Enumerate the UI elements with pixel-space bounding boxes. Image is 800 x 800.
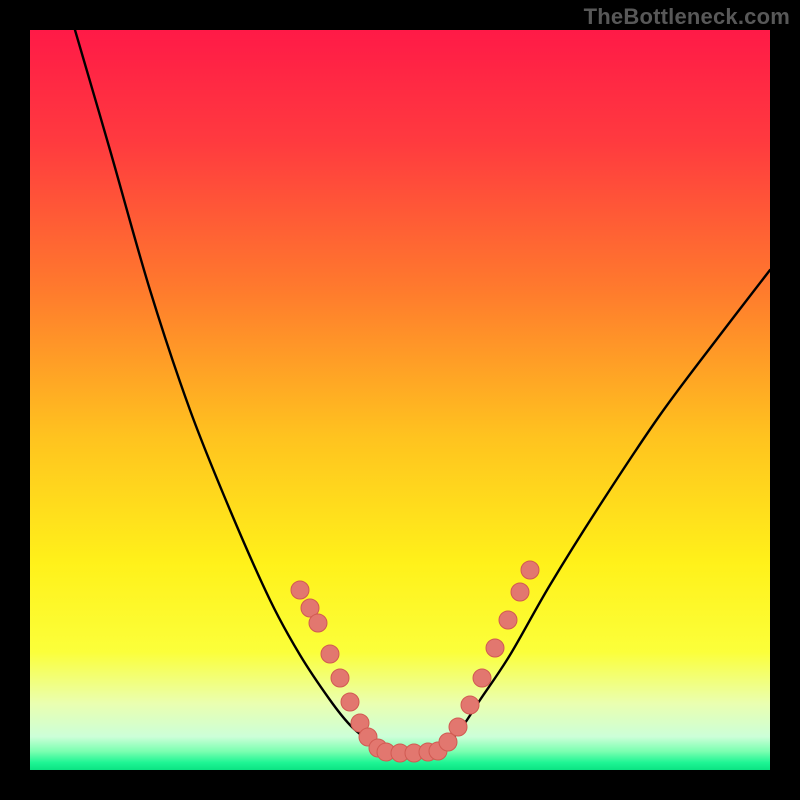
- curve-left-curve: [75, 30, 385, 752]
- data-dot: [341, 693, 359, 711]
- frame: TheBottleneck.com: [0, 0, 800, 800]
- data-dot: [486, 639, 504, 657]
- data-dot: [473, 669, 491, 687]
- data-dot: [449, 718, 467, 736]
- data-dot: [499, 611, 517, 629]
- data-dot: [309, 614, 327, 632]
- watermark-text: TheBottleneck.com: [584, 4, 790, 30]
- data-dot: [521, 561, 539, 579]
- data-dot: [461, 696, 479, 714]
- data-dot: [331, 669, 349, 687]
- data-dot: [511, 583, 529, 601]
- plot-area: [30, 30, 770, 770]
- data-dot: [291, 581, 309, 599]
- curves-layer: [30, 30, 770, 770]
- data-dot: [321, 645, 339, 663]
